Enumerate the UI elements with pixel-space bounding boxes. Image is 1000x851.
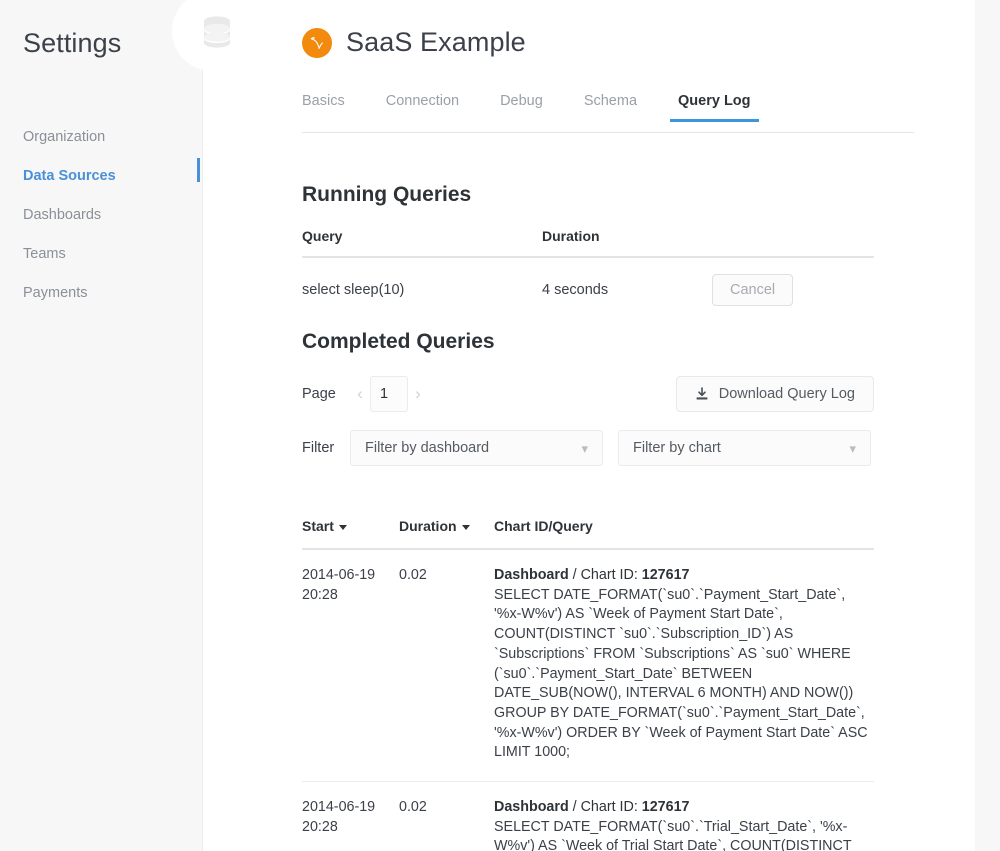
tab-query-log[interactable]: Query Log [670,93,758,122]
sidebar-item-dashboards[interactable]: Dashboards [0,196,203,235]
chevron-down-icon: ▾ [849,440,856,456]
filter-by-chart-select[interactable]: Filter by chart ▾ [618,430,871,466]
datasource-tabs: Basics Connection Debug Schema Query Log [302,93,914,133]
running-queries-table: Query Duration select sleep(10) 4 second… [302,228,874,322]
table-row: 2014-06-19 20:28 0.02 Dashboard / Chart … [302,549,874,783]
tab-schema[interactable]: Schema [584,93,637,121]
log-duration: 0.02 [399,549,494,783]
log-entity-type[interactable]: Dashboard [494,567,569,583]
sidebar-item-data-sources[interactable]: Data Sources [0,157,203,196]
settings-sidebar: Settings Organization Data Sources Dashb… [0,0,203,851]
log-chart-id[interactable]: 127617 [642,799,690,815]
datasource-logo [302,27,332,58]
sidebar-item-organization[interactable]: Organization [0,118,203,157]
tab-basics[interactable]: Basics [302,93,345,121]
completed-queries-table: Start Duration Chart ID/Query 2014-06-19… [302,518,874,851]
sidebar-item-label: Organization [23,129,106,145]
log-sql-text: SELECT DATE_FORMAT(`su0`.`Trial_Start_Da… [494,818,852,851]
sort-caret-icon [338,524,347,530]
table-row: 2014-06-19 20:28 0.02 Dashboard / Chart … [302,781,874,851]
download-query-log-button[interactable]: Download Query Log [675,376,874,412]
mysql-dolphin-icon [310,36,323,49]
sidebar-item-label: Teams [23,246,66,262]
filter-row: Filter Filter by dashboard ▾ Filter by c… [302,430,874,466]
sort-caret-icon [461,524,470,530]
active-nav-indicator [197,158,200,182]
chevron-right-icon[interactable]: › [408,384,428,404]
tab-label: Query Log [678,93,751,109]
download-button-label: Download Query Log [718,386,855,402]
page-number-input[interactable] [370,376,408,412]
log-start-time: 2014-06-19 20:28 [302,549,399,783]
running-query-duration: 4 seconds [542,282,609,298]
running-query-action-cell: Cancel [712,257,874,322]
completed-queries-heading: Completed Queries [302,330,495,353]
tab-label: Basics [302,93,345,109]
filter-label: Filter [302,440,335,456]
page-header: SaaS Example [302,27,526,58]
tab-label: Schema [583,93,638,109]
page-title: SaaS Example [346,27,526,57]
running-query-text: select sleep(10) [302,282,405,298]
sidebar-item-label: Dashboards [23,207,102,223]
sidebar-item-payments[interactable]: Payments [0,274,203,313]
column-header-duration-label: Duration [399,518,457,534]
chevron-down-icon: ▾ [581,440,588,456]
column-header-start-label: Start [302,518,334,534]
log-entity-type[interactable]: Dashboard [494,799,569,815]
log-separator: / Chart ID: [568,799,642,816]
table-header-row: Start Duration Chart ID/Query [302,518,874,550]
download-icon [696,387,708,400]
table-row: select sleep(10) 4 seconds Cancel [302,257,874,322]
filter-dashboard-value: Filter by dashboard [365,440,490,456]
pagination-row: Page ‹ › Download Query Log [302,375,874,413]
tab-debug[interactable]: Debug [500,93,543,121]
pager: ‹ › [350,376,428,412]
filter-by-dashboard-select[interactable]: Filter by dashboard ▾ [350,430,603,466]
log-chart-id[interactable]: 127617 [642,567,690,583]
query-log-page: Settings Organization Data Sources Dashb… [0,0,1000,851]
tab-connection[interactable]: Connection [386,93,459,121]
running-queries-heading: Running Queries [302,183,472,206]
page-label: Page [302,386,336,402]
log-chart-reference: Dashboard / Chart ID: 127617 [494,798,874,818]
sidebar-item-label: Payments [23,285,88,301]
tab-label: Debug [500,93,543,109]
log-duration: 0.02 [399,781,494,851]
log-chart-reference: Dashboard / Chart ID: 127617 [494,566,874,586]
chevron-left-icon[interactable]: ‹ [350,384,370,404]
sidebar-nav: Organization Data Sources Dashboards Tea… [0,118,203,313]
cancel-button[interactable]: Cancel [712,274,794,306]
tab-label: Connection [385,93,460,109]
database-icon [204,16,230,48]
log-sql-text: SELECT DATE_FORMAT(`su0`.`Payment_Start_… [494,586,868,761]
log-separator: / Chart ID: [568,567,642,583]
log-start-time: 2014-06-19 20:28 [302,781,399,851]
log-query-cell: Dashboard / Chart ID: 127617 SELECT DATE… [494,781,874,851]
column-header-actions [712,228,874,258]
sidebar-title: Settings [23,28,122,58]
sidebar-item-teams[interactable]: Teams [0,235,203,274]
column-header-duration: Duration [542,228,712,258]
sidebar-item-label: Data Sources [23,168,116,184]
column-header-start[interactable]: Start [302,518,399,550]
filter-chart-value: Filter by chart [633,440,721,456]
column-header-chart-id-query: Chart ID/Query [494,518,874,550]
table-header-row: Query Duration [302,228,874,258]
column-header-duration[interactable]: Duration [399,518,494,550]
log-query-cell: Dashboard / Chart ID: 127617 SELECT DATE… [494,549,874,783]
column-header-query: Query [302,228,542,258]
